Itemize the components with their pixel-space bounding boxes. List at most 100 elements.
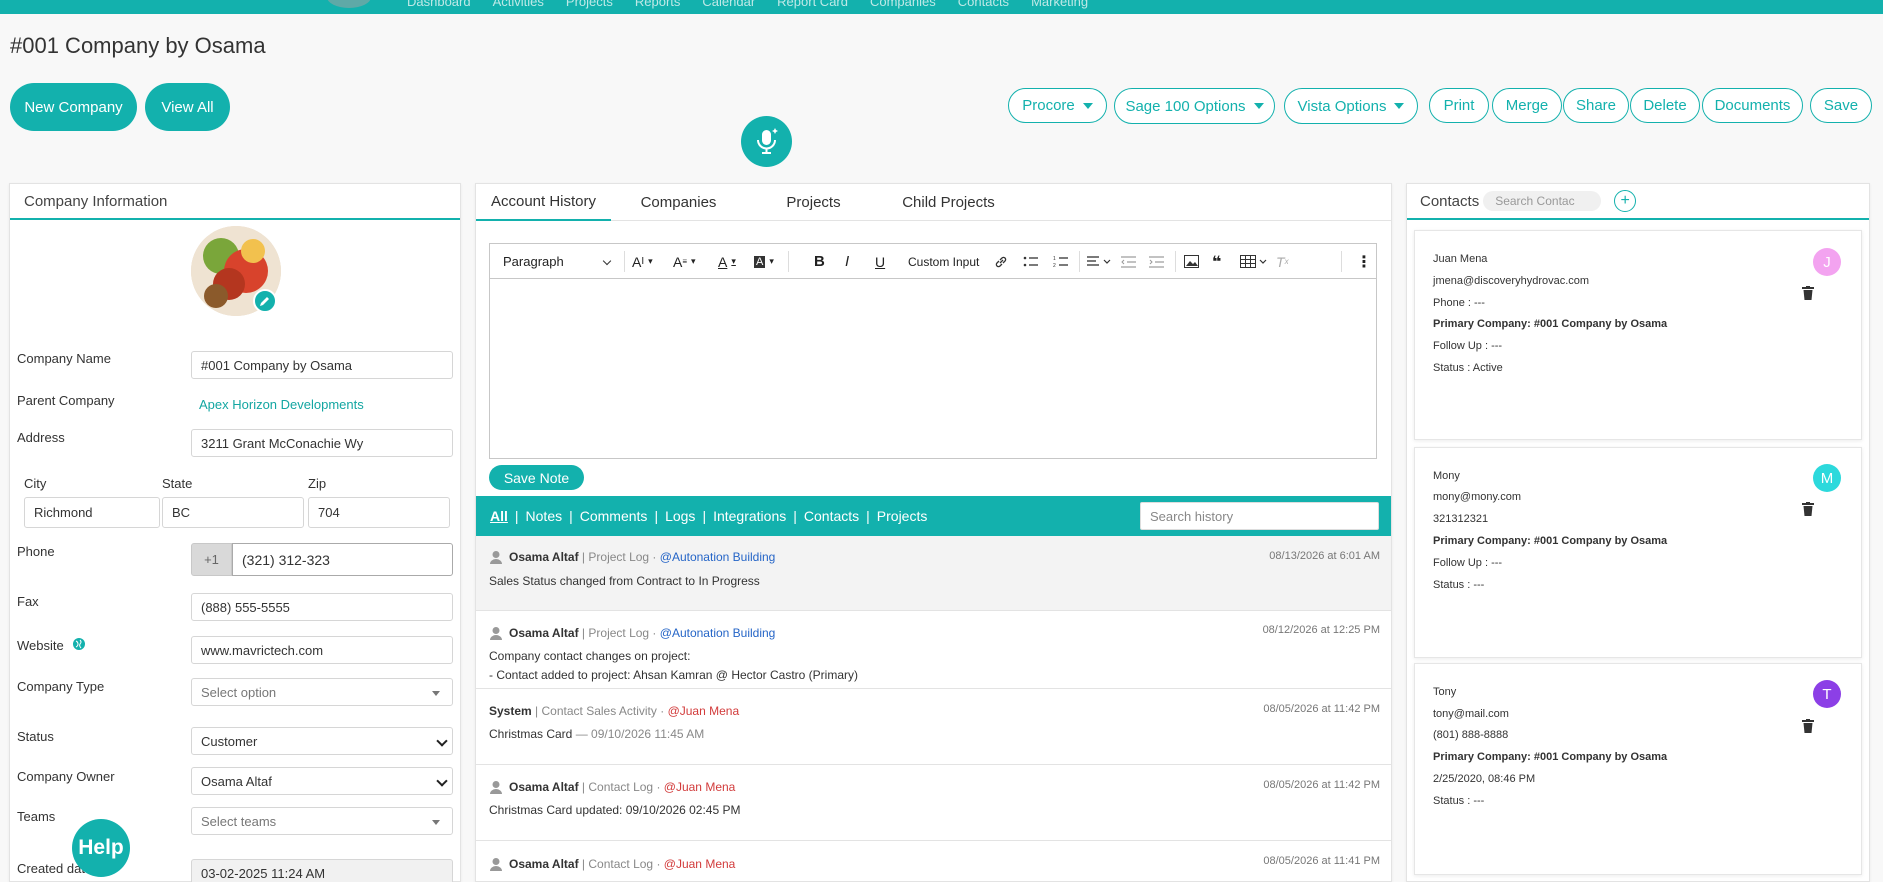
voice-input-button[interactable]: [741, 116, 792, 167]
history-separator: |: [578, 780, 589, 794]
app-logo[interactable]: [327, 0, 371, 8]
clear-formatting-icon[interactable]: Tx: [1276, 244, 1289, 279]
contact-card[interactable]: Tony tony@mail.com (801) 888-8888 Primar…: [1414, 663, 1862, 875]
tab-account-history[interactable]: Account History: [476, 184, 611, 221]
paragraph-dropdown[interactable]: Paragraph: [503, 244, 618, 279]
history-reference-link[interactable]: @Juan Mena: [664, 857, 736, 871]
trash-icon[interactable]: [1802, 286, 1814, 300]
new-company-button[interactable]: New Company: [10, 83, 137, 131]
tab-companies[interactable]: Companies: [611, 184, 746, 221]
print-button[interactable]: Print: [1429, 88, 1489, 123]
trash-icon[interactable]: [1802, 502, 1814, 516]
filter-logs[interactable]: Logs: [665, 508, 695, 524]
fax-field[interactable]: (888) 555-5555: [191, 593, 453, 621]
filter-all[interactable]: All: [490, 508, 508, 524]
contacts-search-input[interactable]: Search Contac: [1483, 191, 1602, 211]
merge-button[interactable]: Merge: [1492, 88, 1562, 123]
phone-field[interactable]: (321) 312-323: [232, 543, 453, 576]
contact-follow-up: Follow Up : ---: [1433, 340, 1503, 352]
nav-report-card[interactable]: Report Card: [777, 0, 848, 9]
tab-projects[interactable]: Projects: [746, 184, 881, 221]
filter-projects[interactable]: Projects: [877, 508, 928, 524]
filter-separator: |: [514, 508, 519, 524]
trash-icon[interactable]: [1802, 719, 1814, 733]
nav-companies[interactable]: Companies: [870, 0, 936, 9]
company-owner-select[interactable]: Osama Altaf: [191, 767, 453, 795]
add-contact-button[interactable]: +: [1614, 190, 1637, 212]
view-all-button[interactable]: View All: [145, 83, 230, 131]
city-field[interactable]: Richmond: [24, 497, 160, 528]
nav-activities[interactable]: Activities: [493, 0, 544, 9]
history-reference-link[interactable]: @Juan Mena: [668, 704, 740, 718]
history-reference-link[interactable]: @Juan Mena: [664, 780, 736, 794]
history-date: 08/13/2026 at 6:01 AM: [1269, 550, 1380, 562]
more-options-icon[interactable]: ⋮: [1356, 244, 1372, 279]
filter-notes[interactable]: Notes: [526, 508, 563, 524]
teams-select[interactable]: Select teams: [191, 807, 453, 835]
page-title: #001 Company by Osama: [10, 33, 266, 58]
delete-button[interactable]: Delete: [1630, 88, 1700, 123]
indent-increase-icon[interactable]: [1149, 244, 1165, 279]
filter-contacts[interactable]: Contacts: [804, 508, 859, 524]
note-editor-content[interactable]: [490, 279, 1376, 459]
save-button[interactable]: Save: [1810, 88, 1872, 123]
state-field[interactable]: BC: [162, 497, 304, 528]
history-dot: ·: [653, 780, 664, 794]
nav-calendar[interactable]: Calendar: [702, 0, 755, 9]
website-field[interactable]: www.mavrictech.com: [191, 636, 453, 664]
underline-icon[interactable]: U: [875, 244, 885, 279]
filter-separator: |: [702, 508, 707, 524]
nav-dashboard[interactable]: Dashboard: [407, 0, 471, 9]
font-family-icon[interactable]: A ≡ ▾: [673, 244, 696, 279]
link-icon[interactable]: [994, 244, 1008, 279]
address-field[interactable]: 3211 Grant McConachie Wy: [191, 429, 453, 457]
table-icon[interactable]: [1240, 244, 1268, 279]
nav-reports[interactable]: Reports: [635, 0, 681, 9]
font-color-icon[interactable]: A ▾: [718, 244, 736, 279]
history-text: Sales Status changed from Contract to In…: [489, 574, 760, 588]
company-type-select[interactable]: Select option: [191, 678, 453, 706]
procore-dropdown[interactable]: Procore: [1008, 88, 1107, 123]
bulleted-list-icon[interactable]: [1023, 244, 1039, 279]
top-nav: Dashboard Activities Projects Reports Ca…: [407, 0, 1088, 9]
indent-decrease-icon[interactable]: [1121, 244, 1137, 279]
filter-comments[interactable]: Comments: [580, 508, 648, 524]
history-search-input[interactable]: Search history: [1140, 502, 1379, 530]
font-size-icon[interactable]: AI ▾: [632, 244, 653, 279]
zip-field[interactable]: 704: [308, 497, 450, 528]
highlight-color-icon[interactable]: A ▾: [754, 244, 774, 279]
numbered-list-icon[interactable]: 12: [1053, 244, 1069, 279]
nav-projects[interactable]: Projects: [566, 0, 613, 9]
vista-options-dropdown[interactable]: Vista Options: [1284, 88, 1418, 124]
globe-icon[interactable]: [73, 638, 85, 650]
history-reference-link[interactable]: @Autonation Building: [660, 626, 776, 640]
parent-company-link[interactable]: Apex Horizon Developments: [199, 397, 364, 412]
status-select[interactable]: Customer: [191, 727, 453, 755]
share-button[interactable]: Share: [1563, 88, 1629, 123]
history-reference-link[interactable]: @Autonation Building: [660, 550, 776, 564]
filter-integrations[interactable]: Integrations: [713, 508, 786, 524]
contacts-header: Contacts Search Contac +: [1407, 184, 1869, 220]
sage-options-dropdown[interactable]: Sage 100 Options: [1114, 88, 1275, 124]
phone-country-code[interactable]: +1: [191, 543, 232, 576]
save-note-button[interactable]: Save Note: [489, 465, 584, 490]
help-button[interactable]: Help: [72, 819, 130, 877]
documents-button[interactable]: Documents: [1702, 88, 1803, 123]
edit-logo-button[interactable]: [253, 289, 277, 313]
image-icon[interactable]: [1184, 244, 1199, 279]
contact-card[interactable]: Mony mony@mony.com 321312321 Primary Com…: [1414, 447, 1862, 658]
contact-follow-up: Follow Up : ---: [1433, 557, 1503, 569]
align-icon[interactable]: [1087, 244, 1111, 279]
contact-card[interactable]: Juan Mena jmena@discoveryhydrovac.com Ph…: [1414, 230, 1862, 440]
bold-icon[interactable]: B: [814, 244, 825, 279]
toolbar-divider: [788, 251, 789, 272]
company-information-panel: Company Information Company Name #001 Co…: [9, 183, 461, 882]
italic-icon[interactable]: I: [845, 244, 849, 279]
blockquote-icon[interactable]: ❝: [1212, 244, 1221, 279]
company-name-field[interactable]: #001 Company by Osama: [191, 351, 453, 379]
nav-contacts[interactable]: Contacts: [958, 0, 1009, 9]
history-separator: |: [531, 704, 542, 718]
nav-marketing[interactable]: Marketing: [1031, 0, 1088, 9]
custom-input-button[interactable]: Custom Input: [908, 244, 979, 279]
tab-child-projects[interactable]: Child Projects: [881, 184, 1016, 221]
